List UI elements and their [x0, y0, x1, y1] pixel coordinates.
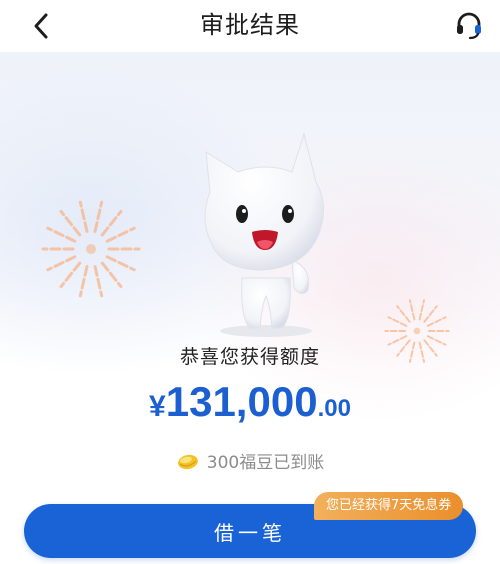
- amount-integer: 131,000: [165, 378, 318, 425]
- amount-currency: ¥: [149, 390, 166, 423]
- firework-decoration-icon: [41, 200, 141, 298]
- reward-text: 300福豆已到账: [206, 453, 325, 473]
- reward-info: 300福豆已到账: [0, 448, 500, 473]
- navigation-bar: 审批结果: [0, 0, 500, 52]
- credit-amount: ¥131,000.00: [0, 378, 500, 426]
- coupon-badge: 您已经获得7天免息券: [314, 492, 464, 520]
- amount-decimal: .00: [317, 395, 351, 422]
- headset-icon: [457, 12, 481, 40]
- gold-bean-icon: [177, 454, 198, 469]
- page-title: 审批结果: [200, 11, 300, 39]
- customer-service-button[interactable]: [452, 8, 486, 42]
- congrats-text: 恭喜您获得额度: [179, 346, 320, 368]
- cat-mascot-icon: [204, 132, 324, 337]
